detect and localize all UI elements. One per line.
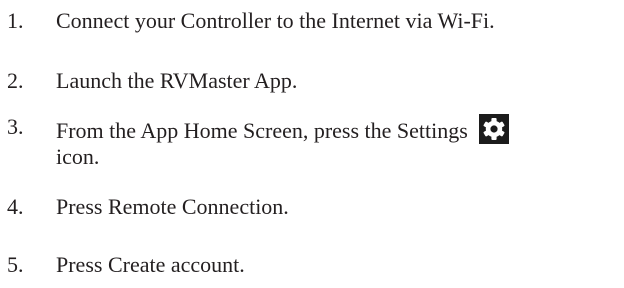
step-text: Launch the RVMaster App.: [56, 68, 298, 93]
step-text-continued: icon.: [56, 144, 100, 169]
step-text: Press Create account.: [56, 252, 245, 277]
step-text: Connect your Controller to the Internet …: [56, 8, 495, 33]
gear-icon: [479, 114, 510, 144]
step-number: 3.: [7, 114, 24, 139]
step-number: 5.: [7, 252, 24, 277]
step-number: 4.: [7, 194, 24, 219]
step-text-block: From the App Home Screen, press the Sett…: [56, 114, 624, 170]
step-number: 2.: [7, 68, 24, 93]
step-text: Press Remote Connection.: [56, 194, 289, 219]
step-text: From the App Home Screen, press the Sett…: [56, 118, 468, 143]
instruction-steps: 1. Connect your Controller to the Intern…: [0, 0, 624, 288]
step-number: 1.: [7, 8, 24, 33]
